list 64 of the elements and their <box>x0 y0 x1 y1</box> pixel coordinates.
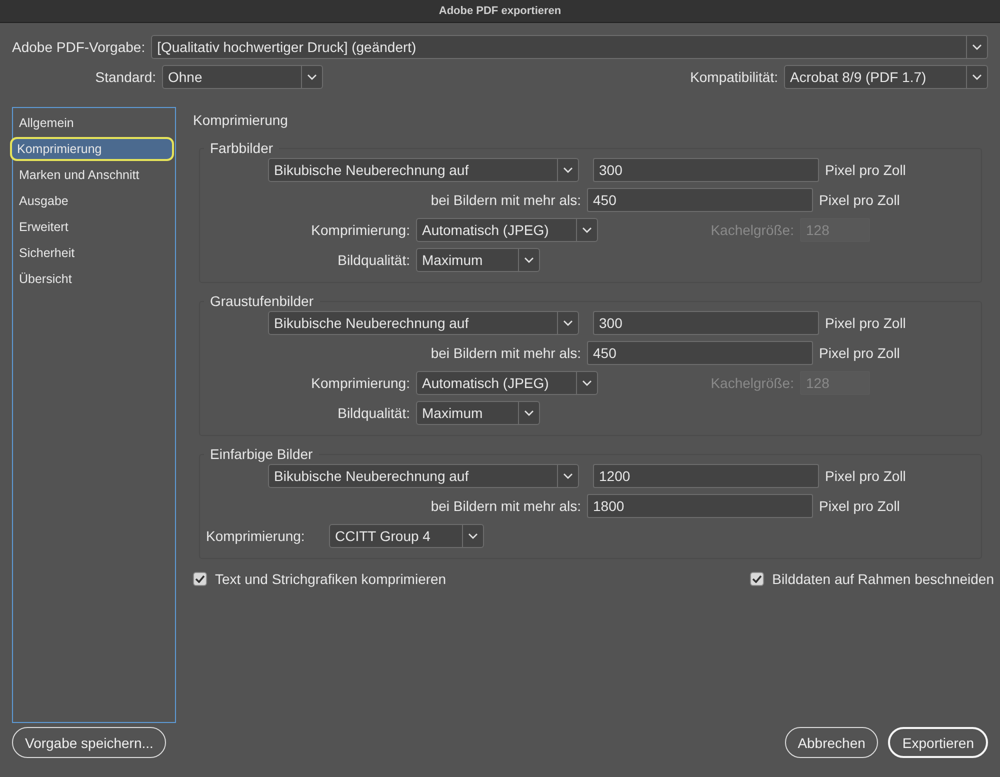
compression-label: Komprimierung: <box>310 375 410 391</box>
dropdown[interactable]: Maximum <box>416 248 540 272</box>
save-preset-button[interactable]: Vorgabe speichern... <box>12 727 166 758</box>
chevron-down-icon <box>563 320 573 326</box>
group-title: Farbbilder <box>209 140 274 156</box>
group-title: Einfarbige Bilder <box>209 446 314 462</box>
chevron-down-icon <box>582 227 592 233</box>
standard-label: Standard: <box>94 69 156 85</box>
dropdown[interactable]: Bikubische Neuberechnung auf <box>268 464 579 488</box>
chevron-down-icon <box>468 533 478 539</box>
unit-label: Pixel pro Zoll <box>825 162 906 178</box>
quality-label: Bildqualität: <box>336 405 410 421</box>
threshold-label: bei Bildern mit mehr als: <box>430 498 581 514</box>
checkbox-label: Bilddaten auf Rahmen beschneiden <box>772 571 994 587</box>
window-title: Adobe PDF exportieren <box>438 5 562 17</box>
dropdown[interactable]: Maximum <box>416 401 540 425</box>
compression-label: Komprimierung: <box>310 222 410 238</box>
chevron-down-icon <box>563 167 573 173</box>
sidebar-item[interactable]: Ausgabe <box>14 189 174 213</box>
chevron-down-icon <box>307 74 317 80</box>
sidebar-item[interactable]: Marken und Anschnitt <box>14 163 174 187</box>
sidebar-item[interactable]: Sicherheit <box>14 241 174 265</box>
group-title: Graustufenbilder <box>209 293 315 309</box>
checkbox[interactable] <box>750 572 764 586</box>
dropdown[interactable]: CCITT Group 4 <box>329 524 484 548</box>
dropdown[interactable]: [Qualitativ hochwertiger Druck] (geändert) <box>151 35 988 59</box>
resolution-field[interactable]: 1200 <box>593 464 819 488</box>
dropdown[interactable]: Bikubische Neuberechnung auf <box>268 311 579 335</box>
preset-label: Adobe PDF-Vorgabe: <box>12 39 146 55</box>
panel-title: Komprimierung <box>193 112 289 128</box>
threshold-label: bei Bildern mit mehr als: <box>430 192 581 208</box>
chevron-down-icon <box>972 44 982 50</box>
threshold-field[interactable]: 1800 <box>587 494 813 518</box>
checkbox[interactable] <box>193 572 207 586</box>
dropdown[interactable]: Acrobat 8/9 (PDF 1.7) <box>784 65 988 89</box>
dropdown[interactable]: Bikubische Neuberechnung auf <box>268 158 579 182</box>
chevron-down-icon <box>524 410 534 416</box>
sidebar-item[interactable]: Allgemein <box>14 111 174 135</box>
threshold-label: bei Bildern mit mehr als: <box>430 345 581 361</box>
dropdown[interactable]: Ohne <box>162 65 323 89</box>
sidebar-item[interactable]: Komprimierung <box>10 137 174 161</box>
chevron-down-icon <box>563 473 573 479</box>
chevron-down-icon <box>524 257 534 263</box>
dropdown[interactable]: Automatisch (JPEG) <box>416 371 598 395</box>
resolution-field[interactable]: 300 <box>593 311 819 335</box>
dialog-button[interactable]: Abbrechen <box>784 727 878 758</box>
threshold-field[interactable]: 450 <box>587 188 813 212</box>
chevron-down-icon <box>582 380 592 386</box>
unit-label: Pixel pro Zoll <box>825 468 906 484</box>
unit-label: Pixel pro Zoll <box>819 498 900 514</box>
sidebar-item[interactable]: Übersicht <box>14 267 174 291</box>
unit-label: Pixel pro Zoll <box>819 192 900 208</box>
threshold-field[interactable]: 450 <box>587 341 813 365</box>
checkbox-label: Text und Strichgrafiken komprimieren <box>215 571 446 587</box>
compression-label: Komprimierung: <box>206 528 306 544</box>
resolution-field[interactable]: 300 <box>593 158 819 182</box>
quality-label: Bildqualität: <box>336 252 410 268</box>
dialog-button[interactable]: Exportieren <box>888 727 988 758</box>
sidebar-item[interactable]: Erweitert <box>14 215 174 239</box>
compatibility-label: Kompatibilität: <box>690 69 778 85</box>
chevron-down-icon <box>972 74 982 80</box>
unit-label: Pixel pro Zoll <box>819 345 900 361</box>
unit-label: Pixel pro Zoll <box>825 315 906 331</box>
dropdown[interactable]: Automatisch (JPEG) <box>416 218 598 242</box>
